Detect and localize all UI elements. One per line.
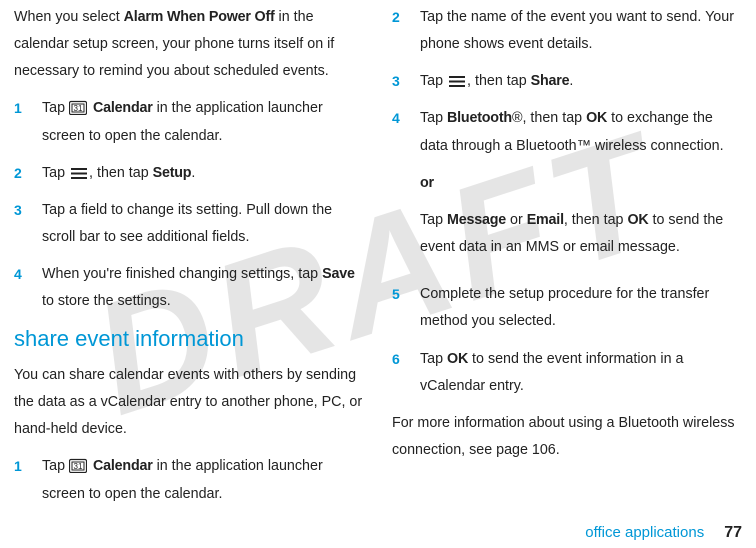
svg-text:31: 31 bbox=[74, 104, 83, 113]
text: Tap bbox=[420, 212, 447, 228]
calendar-icon: 31 bbox=[69, 100, 87, 115]
right-column: 2 Tap the name of the event you want to … bbox=[392, 4, 742, 518]
step-body: Tap a field to change its setting. Pull … bbox=[42, 197, 364, 251]
step-body: Tap , then tap Setup. bbox=[42, 160, 364, 187]
step-row: 2 Tap , then tap Setup. bbox=[14, 160, 364, 187]
step-number: 1 bbox=[14, 453, 42, 507]
footer-page-number: 77 bbox=[724, 524, 742, 542]
menu-icon bbox=[71, 168, 87, 179]
menu-icon bbox=[449, 76, 465, 87]
text: Tap bbox=[42, 165, 69, 181]
text-bold: Calendar bbox=[93, 100, 153, 116]
text-bold: OK bbox=[447, 351, 468, 367]
step-body: Tap , then tap Share. bbox=[420, 68, 742, 95]
text: . bbox=[569, 73, 573, 89]
page-columns: When you select Alarm When Power Off in … bbox=[0, 0, 756, 518]
step-row: 1 Tap 31 Calendar in the application lau… bbox=[14, 453, 364, 507]
step-number: 6 bbox=[392, 346, 420, 400]
step-row: 4 When you're finished changing settings… bbox=[14, 261, 364, 315]
section-heading: share event information bbox=[14, 326, 364, 352]
text-bold: Alarm When Power Off bbox=[124, 9, 275, 25]
step-row: 3 Tap , then tap Share. bbox=[392, 68, 742, 95]
step-body: Tap 31 Calendar in the application launc… bbox=[42, 95, 364, 149]
step-row: 6 Tap OK to send the event information i… bbox=[392, 346, 742, 400]
text: , then tap bbox=[522, 110, 586, 126]
step-number: 5 bbox=[392, 281, 420, 335]
text-bold: Calendar bbox=[93, 458, 153, 474]
step-number: 1 bbox=[14, 95, 42, 149]
step-body: Tap Bluetooth®, then tap OK to exchange … bbox=[420, 105, 742, 271]
text: Tap bbox=[420, 110, 447, 126]
step-body: Tap 31 Calendar in the application launc… bbox=[42, 453, 364, 507]
step-row: 5 Complete the setup procedure for the t… bbox=[392, 281, 742, 335]
text: to store the settings. bbox=[42, 293, 171, 309]
text-bold: OK bbox=[627, 212, 648, 228]
text-bold: OK bbox=[586, 110, 607, 126]
text: Tap bbox=[42, 458, 69, 474]
calendar-icon: 31 bbox=[69, 458, 87, 473]
text: ® bbox=[512, 110, 523, 126]
text-bold: or bbox=[420, 175, 434, 191]
step-row: 2 Tap the name of the event you want to … bbox=[392, 4, 742, 58]
text: , then tap bbox=[467, 73, 531, 89]
text: Tap bbox=[42, 100, 69, 116]
step-row: 3 Tap a field to change its setting. Pul… bbox=[14, 197, 364, 251]
step-body: Tap OK to send the event information in … bbox=[420, 346, 742, 400]
closing-paragraph: For more information about using a Bluet… bbox=[392, 410, 742, 464]
step-number: 2 bbox=[14, 160, 42, 187]
step-body: When you're finished changing settings, … bbox=[42, 261, 364, 315]
text: , then tap bbox=[564, 212, 628, 228]
text-bold: Share bbox=[531, 73, 570, 89]
text: Tap bbox=[420, 351, 447, 367]
footer-section-label: office applications bbox=[585, 524, 704, 541]
step-number: 2 bbox=[392, 4, 420, 58]
text: Tap bbox=[420, 73, 447, 89]
text: When you select bbox=[14, 9, 124, 25]
step-number: 4 bbox=[14, 261, 42, 315]
text: or bbox=[506, 212, 527, 228]
step-body: Tap the name of the event you want to se… bbox=[420, 4, 742, 58]
text: , then tap bbox=[89, 165, 153, 181]
step-number: 3 bbox=[392, 68, 420, 95]
text-bold: Message bbox=[447, 212, 506, 228]
text-bold: Bluetooth bbox=[447, 110, 512, 126]
left-column: When you select Alarm When Power Off in … bbox=[14, 4, 364, 518]
share-paragraph: You can share calendar events with other… bbox=[14, 362, 364, 443]
text: . bbox=[191, 165, 195, 181]
step-number: 4 bbox=[392, 105, 420, 271]
text-bold: Setup bbox=[153, 165, 192, 181]
step-body: Complete the setup procedure for the tra… bbox=[420, 281, 742, 335]
page-footer: office applications 77 bbox=[585, 524, 742, 542]
step-row: 1 Tap 31 Calendar in the application lau… bbox=[14, 95, 364, 149]
step-number: 3 bbox=[14, 197, 42, 251]
text-bold: Save bbox=[322, 266, 355, 282]
text: When you're finished changing settings, … bbox=[42, 266, 322, 282]
step-row: 4 Tap Bluetooth®, then tap OK to exchang… bbox=[392, 105, 742, 271]
text-bold: Email bbox=[527, 212, 564, 228]
svg-text:31: 31 bbox=[74, 462, 83, 471]
intro-paragraph: When you select Alarm When Power Off in … bbox=[14, 4, 364, 85]
